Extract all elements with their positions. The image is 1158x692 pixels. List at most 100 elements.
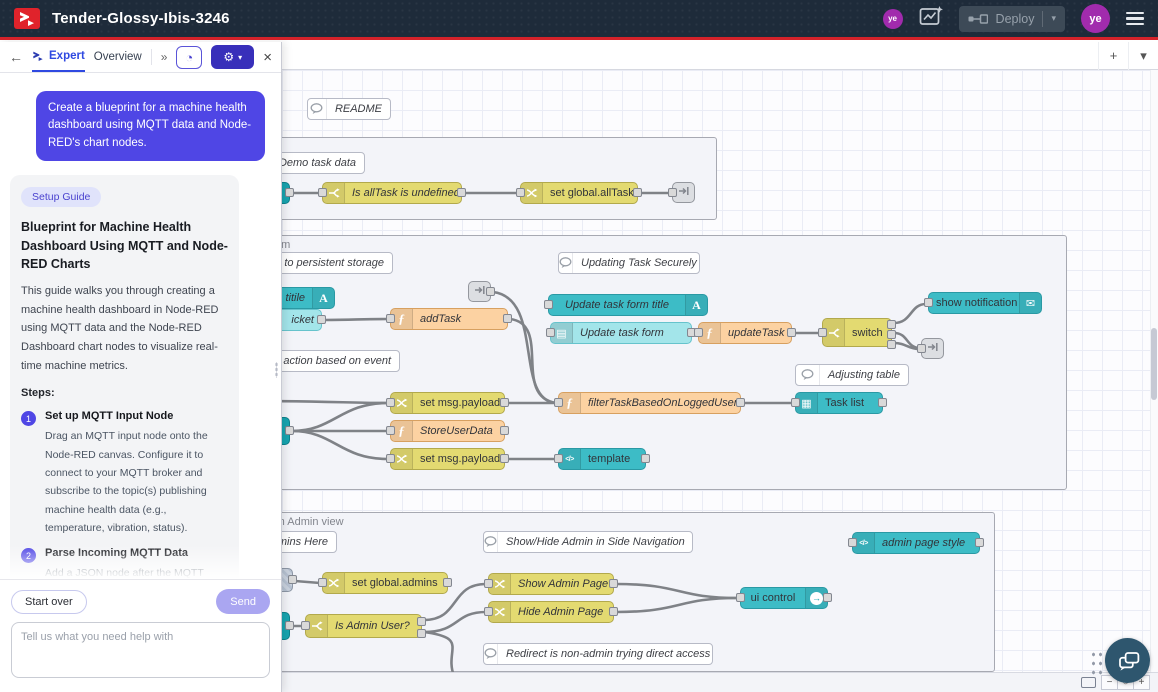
port-out-1[interactable] [887,320,896,329]
comment-persistent-storage[interactable]: sk to persistent storage [282,252,393,274]
flow-node-is-admin-user[interactable]: Is Admin User? [305,614,422,638]
port-out[interactable] [975,538,984,547]
comment-updating-task-securely[interactable]: Updating Task Securely [558,252,700,274]
port-out[interactable] [285,188,294,197]
flow-node-clipped[interactable] [282,417,290,445]
flow-node-task-list[interactable]: ▦ Task list [795,392,883,414]
flow-node-is-alltask-undefined[interactable]: Is allTask is undefined [322,182,462,204]
port-in[interactable] [736,593,745,602]
flow-node-hide-admin-page[interactable]: Hide Admin Page [488,601,614,623]
port-in[interactable] [386,398,395,407]
port-out[interactable] [736,398,745,407]
port-in[interactable] [924,298,933,307]
flow-node-clipped-inject[interactable] [282,568,293,592]
port-in[interactable] [917,344,926,353]
port-in[interactable] [318,578,327,587]
back-icon[interactable]: ← [9,49,23,65]
port-out[interactable] [787,328,796,337]
usage-pie-button[interactable]: ◔ [176,46,202,69]
comment-redirect-non-admin[interactable]: Redirect is non-admin trying direct acce… [483,643,713,665]
port-out[interactable] [285,426,294,435]
chat-scroll-area[interactable]: Create a blueprint for a machine health … [0,73,281,579]
scrollbar-thumb[interactable] [1151,328,1157,400]
flow-node-update-task-form-title[interactable]: Update task form title A [548,294,708,316]
chat-input[interactable] [11,622,270,678]
comment-action-based-on-event[interactable]: action based on event [282,350,400,372]
flow-node-link-in[interactable] [468,281,491,302]
wires[interactable] [282,70,1158,692]
flow-node-storeuserdata[interactable]: ƒ StoreUserData [390,420,505,442]
port-in[interactable] [318,188,327,197]
canvas-vertical-scrollbar[interactable] [1150,70,1158,672]
port-out[interactable] [317,315,326,324]
port-in[interactable] [484,579,493,588]
flow-node-admin-page-style[interactable]: </> admin page style [852,532,980,554]
port-in[interactable] [818,328,827,337]
port-out[interactable] [609,607,618,616]
port-out-1[interactable] [417,617,426,626]
port-out[interactable] [285,621,294,630]
flow-list-button[interactable]: ▾ [1128,42,1158,70]
panel-resize-handle[interactable] [275,362,278,378]
flow-node-updatetask[interactable]: ƒ updateTask [698,322,792,344]
flow-node-ticket[interactable]: icket [282,309,322,331]
deploy-button[interactable]: Deploy ▾ [959,6,1065,32]
flow-node-link-out[interactable] [921,338,944,359]
flow-node-filtertask[interactable]: ƒ filterTaskBasedOnLoggedUser [558,392,741,414]
flow-node-set-msg-payload-2[interactable]: set msg.payload [390,448,505,470]
flow-node-set-global-alltask[interactable]: set global.allTask [520,182,638,204]
flow-node-link-out[interactable] [672,182,695,203]
port-out[interactable] [443,578,452,587]
tab-expert[interactable]: Expert [32,42,85,72]
port-in[interactable] [386,426,395,435]
port-in[interactable] [301,621,310,630]
navigator-toggle-icon[interactable] [1081,677,1096,688]
flow-node-update-task-form[interactable]: ▤ Update task form [550,322,692,344]
flow-node-show-admin-page[interactable]: Show Admin Page [488,573,614,595]
flow-node-ui-control[interactable]: ui control → [740,587,828,609]
start-over-button[interactable]: Start over [11,590,87,614]
tab-overview[interactable]: Overview [94,42,142,72]
drag-handle-dots[interactable] [1090,650,1103,675]
flow-canvas[interactable]: ystem stem Admin view [282,70,1158,692]
port-out[interactable] [457,188,466,197]
flow-node-show-notification[interactable]: show notification ✉ [928,292,1042,314]
port-in[interactable] [516,188,525,197]
settings-dropdown-button[interactable]: ⚙ ▾ [211,45,254,69]
more-tabs-icon[interactable]: » [161,50,168,64]
port-out[interactable] [878,398,887,407]
flow-node-form-titile[interactable]: m titile A [282,287,335,309]
port-out[interactable] [500,426,509,435]
port-out-3[interactable] [887,340,896,349]
port-out-2[interactable] [417,629,426,638]
port-out[interactable] [288,575,297,584]
port-in[interactable] [694,328,703,337]
port-out[interactable] [500,398,509,407]
main-menu-icon[interactable] [1126,12,1144,26]
comment-adjusting-table[interactable]: Adjusting table [795,364,909,386]
port-in[interactable] [554,454,563,463]
port-in[interactable] [546,328,555,337]
comment-show-hide-admin-nav[interactable]: Show/Hide Admin in Side Navigation [483,531,693,553]
add-flow-button[interactable]: + [1098,42,1128,70]
comment-admins-here[interactable]: mins Here [282,531,337,553]
port-in[interactable] [544,300,553,309]
ai-editor-icon[interactable] [919,5,943,32]
flow-node-switch[interactable]: switch [822,318,892,347]
port-out[interactable] [486,287,495,296]
port-out-2[interactable] [887,330,896,339]
port-in[interactable] [848,538,857,547]
port-out[interactable] [503,314,512,323]
flow-node-clipped[interactable] [282,612,290,640]
collaborator-avatar[interactable]: ye [883,9,903,29]
flow-node-template[interactable]: </> template [558,448,646,470]
port-out[interactable] [500,454,509,463]
user-avatar[interactable]: ye [1081,4,1110,33]
port-out[interactable] [823,593,832,602]
port-in[interactable] [791,398,800,407]
port-out[interactable] [641,454,650,463]
port-in[interactable] [386,314,395,323]
close-panel-icon[interactable]: × [263,49,272,66]
flow-node-set-msg-payload-1[interactable]: set msg.payload [390,392,505,414]
flow-node-set-global-admins[interactable]: set global.admins [322,572,448,594]
